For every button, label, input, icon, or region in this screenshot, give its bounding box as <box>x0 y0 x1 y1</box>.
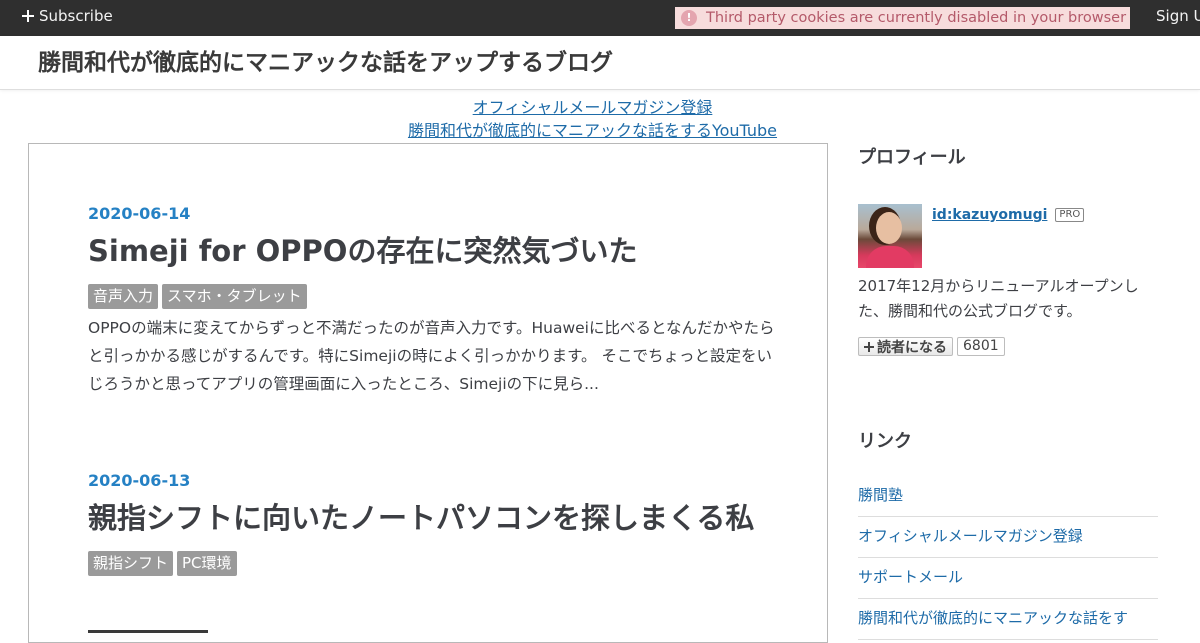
category-tag[interactable]: PC環境 <box>177 551 237 576</box>
category-tag[interactable]: スマホ・タブレット <box>162 284 307 309</box>
category-tag[interactable]: 音声入力 <box>88 284 159 309</box>
profile-id-link[interactable]: id:kazuyomugi <box>932 207 1047 223</box>
site-header: 勝間和代が徹底的にマニアックな話をアップするブログ <box>0 36 1200 90</box>
sign-up-link[interactable]: Sign Up <box>1156 7 1200 25</box>
sidebar-link-support-mail[interactable]: サポートメール <box>858 558 1158 599</box>
entry-summary: OPPOの端末に変えてからずっと不満だったのが音声入力です。Huaweiに比べる… <box>88 319 775 393</box>
profile-heading: プロフィール <box>858 147 966 168</box>
sidebar-link-youtube[interactable]: 勝間和代が徹底的にマニアックな話をす <box>858 599 1158 640</box>
sidebar-link-mail-magazine[interactable]: オフィシャルメールマガジン登録 <box>858 517 1158 558</box>
profile-description: 2017年12月からリニューアルオープンした、勝間和代の公式ブログです。 <box>858 277 1139 320</box>
plus-icon <box>22 10 34 22</box>
avatar[interactable] <box>858 204 922 268</box>
warning-icon: ! <box>681 10 697 26</box>
sidebar-link-juku[interactable]: 勝間塾 <box>858 476 1158 517</box>
entry-title[interactable]: 親指シフトに向いたノートパソコンを探しまくる私 <box>88 498 778 538</box>
follow-button[interactable]: 読者になる <box>858 337 953 356</box>
entry-item: 2020-06-14 Simeji for OPPOの存在に突然気づいた 音声入… <box>88 204 778 398</box>
sidebar: プロフィール id:kazuyomugi PRO 2017年12月からリニューア… <box>858 143 1158 640</box>
mail-magazine-link[interactable]: オフィシャルメールマガジン登録 <box>0 96 1185 119</box>
header-links: オフィシャルメールマガジン登録 勝間和代が徹底的にマニアックな話をするYouTu… <box>0 96 1185 142</box>
entry-categories: 親指シフト PC環境 <box>88 551 778 576</box>
profile-id-row: id:kazuyomugi PRO <box>932 206 1085 224</box>
youtube-link[interactable]: 勝間和代が徹底的にマニアックな話をするYouTube <box>0 119 1185 142</box>
subscribe-button[interactable]: Subscribe <box>22 7 113 25</box>
cookie-warning-text: Third party cookies are currently disabl… <box>706 10 1127 26</box>
entry-date[interactable]: 2020-06-13 <box>88 471 778 490</box>
entry-list: 2020-06-14 Simeji for OPPOの存在に突然気づいた 音声入… <box>28 143 828 643</box>
follow-row: 読者になる 6801 <box>858 337 1005 356</box>
cookie-warning-banner: ! Third party cookies are currently disa… <box>675 7 1130 29</box>
profile-row: id:kazuyomugi PRO <box>858 204 1085 268</box>
blog-title[interactable]: 勝間和代が徹底的にマニアックな話をアップするブログ <box>38 43 613 77</box>
entry-date[interactable]: 2020-06-14 <box>88 204 778 223</box>
top-bar: Subscribe ! Third party cookies are curr… <box>0 0 1200 36</box>
entry-item: 2020-06-13 親指シフトに向いたノートパソコンを探しまくる私 親指シフト… <box>88 471 778 576</box>
pro-badge: PRO <box>1055 208 1085 222</box>
follow-label: 読者になる <box>877 339 947 356</box>
entry-title[interactable]: Simeji for OPPOの存在に突然気づいた <box>88 231 778 271</box>
entry-divider <box>88 630 208 633</box>
links-list: 勝間塾 オフィシャルメールマガジン登録 サポートメール 勝間和代が徹底的にマニア… <box>858 476 1158 640</box>
subscribe-label: Subscribe <box>39 7 113 25</box>
category-tag[interactable]: 親指シフト <box>88 551 174 576</box>
follower-count: 6801 <box>957 337 1005 356</box>
links-heading: リンク <box>858 431 912 452</box>
entry-categories: 音声入力 スマホ・タブレット <box>88 284 778 309</box>
follow-plus-icon <box>864 341 874 352</box>
